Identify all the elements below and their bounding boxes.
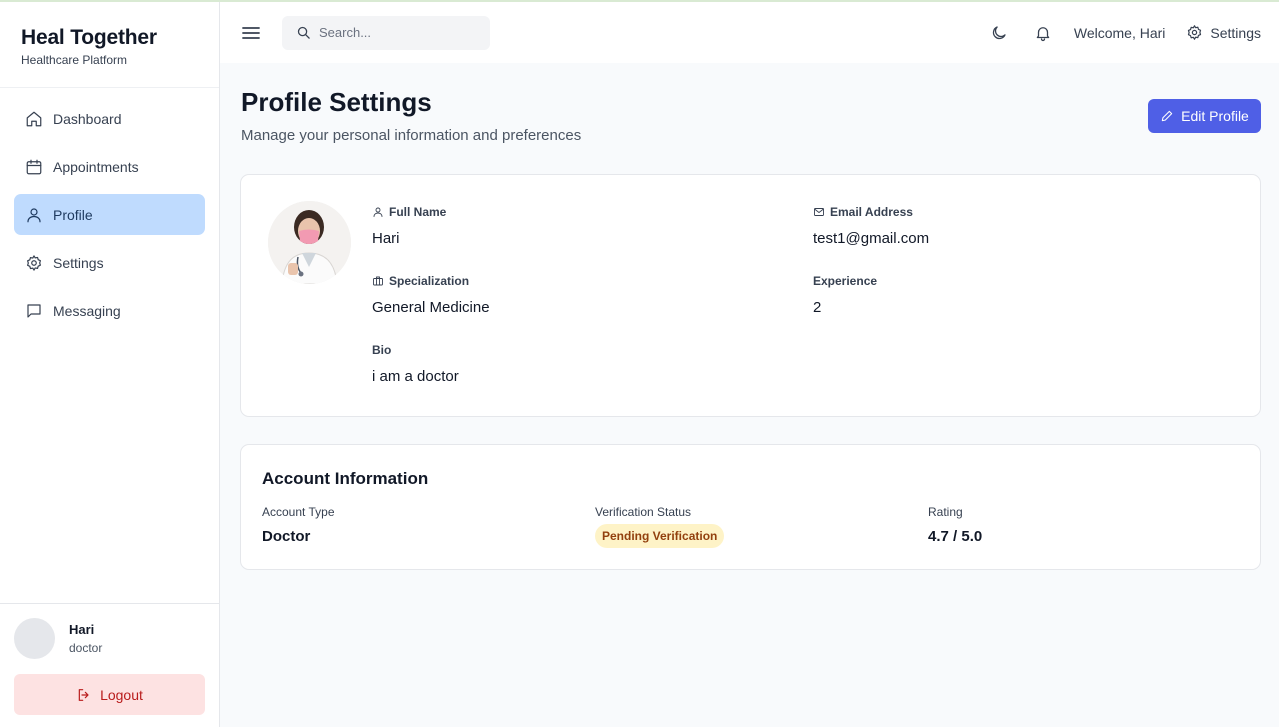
settings-label: Settings (1210, 24, 1261, 41)
briefcase-icon (373, 276, 383, 286)
menu-toggle-button[interactable] (241, 23, 261, 43)
sidebar-item-messaging[interactable]: Messaging (14, 290, 205, 331)
gear-icon (27, 254, 41, 271)
edit-profile-button[interactable]: Edit Profile (1148, 99, 1261, 133)
sidebar: Heal Together Healthcare Platform Dashbo… (0, 2, 220, 727)
rating-field: Rating 4.7 / 5.0 (928, 505, 982, 545)
main-content: Profile Settings Manage your personal in… (220, 63, 1279, 727)
email-value: test1@gmail.com (813, 230, 930, 247)
search-box (282, 15, 490, 50)
theme-toggle-button[interactable] (990, 24, 1008, 42)
rating-value: 4.7 / 5.0 (928, 528, 983, 545)
sidebar-item-label: Messaging (53, 302, 121, 319)
page-title: Profile Settings (241, 87, 432, 117)
account-info-title: Account Information (262, 469, 429, 488)
calendar-icon (26, 159, 42, 174)
sidebar-item-profile[interactable]: Profile (14, 194, 205, 235)
verification-field: Verification Status Pending Verification (595, 505, 725, 548)
message-icon (27, 303, 41, 318)
bio-field: Bio i am a doctor (372, 343, 459, 385)
logout-button[interactable]: Logout (14, 674, 205, 715)
account-info-card: Account Information Account Type Doctor … (240, 444, 1261, 570)
experience-label: Experience (813, 274, 878, 288)
account-type-value: Doctor (262, 528, 311, 545)
brand: Heal Together Healthcare Platform (0, 2, 219, 88)
moon-icon (992, 25, 1006, 39)
verification-label: Verification Status (595, 505, 692, 519)
email-field: Email Address test1@gmail.com (813, 205, 929, 247)
specialization-label: Specialization (389, 274, 470, 288)
sidebar-item-label: Profile (53, 206, 93, 223)
mail-icon (814, 208, 824, 216)
user-role: doctor (69, 641, 103, 655)
sidebar-item-appointments[interactable]: Appointments (14, 146, 205, 187)
bell-icon (1036, 26, 1050, 41)
full-name-value: Hari (372, 230, 400, 247)
user-card: Hari doctor (14, 618, 205, 659)
sidebar-item-settings[interactable]: Settings (14, 242, 205, 283)
top-header: Welcome, Hari Settings (220, 2, 1279, 63)
welcome-text: Welcome, Hari (1073, 24, 1166, 41)
doctor-photo (268, 201, 351, 284)
experience-field: Experience 2 (813, 274, 877, 316)
search-icon (297, 26, 310, 39)
sidebar-footer: Hari doctor Logout (0, 603, 219, 727)
brand-title: Heal Together (21, 26, 157, 49)
header-settings-link[interactable]: Settings (1186, 24, 1261, 41)
specialization-field: Specialization General Medicine (372, 274, 490, 316)
brand-subtitle: Healthcare Platform (21, 53, 128, 67)
hamburger-icon (242, 26, 260, 39)
logout-label: Logout (100, 686, 143, 703)
bio-label: Bio (372, 343, 392, 357)
specialization-value: General Medicine (372, 299, 490, 316)
experience-value: 2 (813, 299, 822, 316)
user-name: Hari (69, 622, 95, 637)
user-icon (373, 207, 383, 217)
page-subtitle: Manage your personal information and pre… (241, 127, 582, 144)
full-name-field: Full Name Hari (372, 205, 446, 247)
email-label: Email Address (830, 205, 913, 219)
logout-icon (78, 688, 89, 701)
search-input[interactable] (319, 25, 479, 40)
bio-value: i am a doctor (372, 368, 459, 385)
notifications-button[interactable] (1034, 24, 1052, 42)
sidebar-item-dashboard[interactable]: Dashboard (14, 98, 205, 139)
user-icon (27, 207, 41, 222)
edit-profile-label: Edit Profile (1181, 108, 1249, 124)
gear-icon (1188, 25, 1202, 40)
status-badge: Pending Verification (595, 524, 725, 548)
home-icon (26, 111, 42, 126)
rating-label: Rating (928, 505, 963, 519)
sidebar-item-label: Settings (53, 254, 104, 271)
sidebar-item-label: Dashboard (53, 110, 122, 127)
sidebar-nav: Dashboard Appointments Profile Settings … (0, 88, 219, 348)
account-type-field: Account Type Doctor (262, 505, 335, 545)
sidebar-item-label: Appointments (53, 158, 139, 175)
avatar (14, 618, 55, 659)
profile-photo (268, 201, 351, 284)
account-type-label: Account Type (262, 505, 335, 519)
profile-card: Full Name Hari Email Address test1@gmail… (240, 174, 1261, 417)
full-name-label: Full Name (389, 205, 447, 219)
pencil-icon (1161, 110, 1173, 122)
